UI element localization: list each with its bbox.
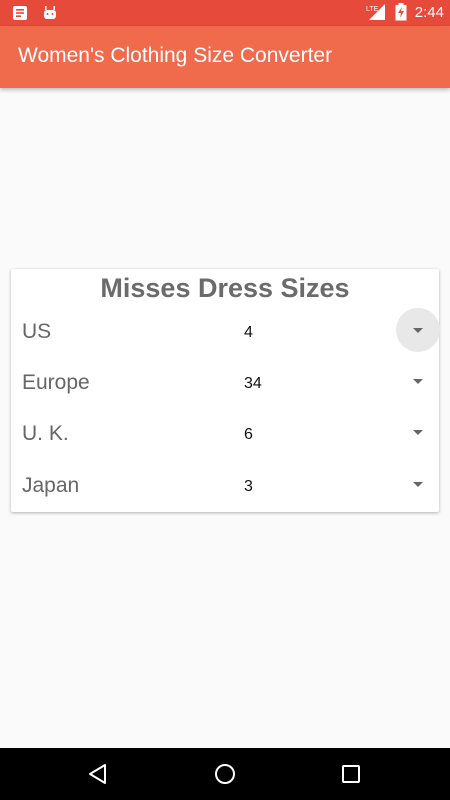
chevron-down-icon (413, 430, 423, 435)
row-label: U. K. (22, 422, 69, 445)
navigation-bar (0, 748, 450, 800)
selected-value: 4 (244, 324, 253, 341)
app-title: Women's Clothing Size Converter (18, 44, 333, 67)
uk-size-select[interactable]: 6 (244, 418, 439, 452)
notification-icon (13, 6, 27, 20)
chevron-down-icon (413, 482, 423, 487)
us-size-select[interactable]: 4 (244, 308, 440, 352)
dropdown-button[interactable] (396, 462, 440, 506)
svg-text:LTE: LTE (366, 6, 379, 13)
back-icon[interactable] (85, 760, 113, 788)
signal-icon: LTE (366, 4, 385, 20)
size-row-us: US 4 (11, 308, 440, 358)
android-icon (44, 6, 56, 19)
dropdown-button[interactable] (396, 308, 440, 352)
selected-value: 3 (244, 478, 253, 495)
row-label: Europe (22, 371, 90, 394)
row-label: US (22, 320, 52, 343)
size-row-japan: Japan 3 (11, 462, 439, 512)
selected-value: 34 (244, 375, 262, 392)
recents-icon[interactable] (337, 760, 365, 788)
home-icon[interactable] (211, 760, 239, 788)
row-label: Japan (22, 474, 80, 497)
battery-icon (395, 3, 407, 21)
card-title: Misses Dress Sizes (100, 273, 350, 303)
size-row-europe: Europe 34 (11, 359, 439, 409)
dropdown-button[interactable] (396, 410, 440, 454)
chevron-down-icon (413, 379, 423, 384)
size-card: Misses Dress Sizes US 4 Europe 34 U. K. … (11, 269, 440, 512)
status-time: 2:44 (414, 3, 444, 21)
japan-size-select[interactable]: 3 (244, 470, 439, 504)
selected-value: 6 (244, 426, 253, 443)
dropdown-button[interactable] (396, 359, 440, 403)
app-bar: Women's Clothing Size Converter (0, 26, 450, 88)
size-row-uk: U. K. 6 (11, 410, 439, 460)
europe-size-select[interactable]: 34 (244, 367, 439, 401)
status-bar: LTE 2:44 (0, 0, 450, 26)
chevron-down-icon (413, 328, 423, 333)
